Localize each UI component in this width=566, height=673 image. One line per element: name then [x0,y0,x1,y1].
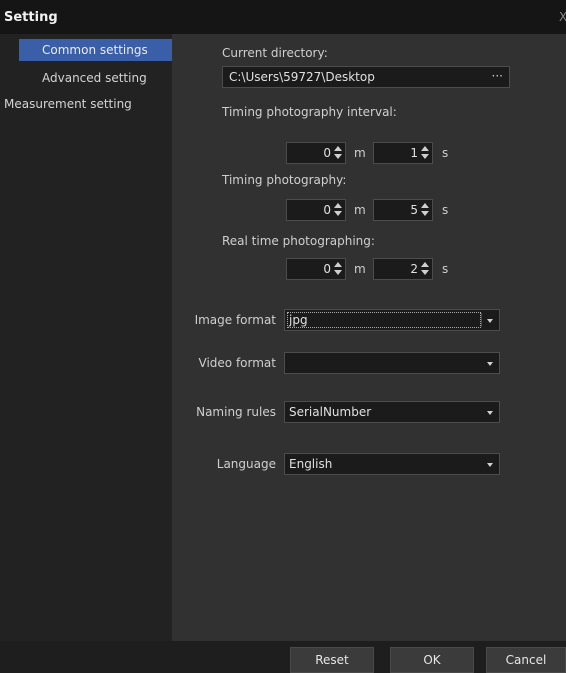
title-bar: Setting X [0,0,566,34]
interval-seconds-spinbox[interactable]: 1 [373,142,433,164]
interval-seconds-value: 1 [410,146,418,160]
spin-arrows-icon[interactable] [421,262,429,276]
current-directory-label: Current directory: [222,46,328,60]
chevron-down-icon[interactable] [487,362,493,366]
spin-arrows-icon[interactable] [421,146,429,160]
realtime-minutes-spinbox[interactable]: 0 [286,258,346,280]
interval-minutes-value: 0 [323,146,331,160]
timing-minutes-unit: m [354,203,366,217]
sidebar-item-advanced-setting[interactable]: Advanced setting [42,67,147,89]
dialog-footer [0,641,566,673]
chevron-down-icon[interactable] [487,411,493,415]
spin-arrows-icon[interactable] [334,262,342,276]
naming-rules-value: SerialNumber [289,405,372,419]
settings-window: Setting X Common settings Advanced setti… [0,0,566,673]
browse-button[interactable]: ··· [492,69,503,83]
naming-rules-select[interactable]: SerialNumber [284,401,500,423]
timing-minutes-spinbox[interactable]: 0 [286,199,346,221]
realtime-minutes-unit: m [354,262,366,276]
timing-seconds-value: 5 [410,203,418,217]
spin-arrows-icon[interactable] [334,146,342,160]
combo-divider [481,313,482,327]
window-title: Setting [4,10,58,25]
image-format-select[interactable]: jpg [284,309,500,331]
chevron-down-icon[interactable] [487,463,493,467]
naming-rules-label: Naming rules [196,405,276,419]
sidebar-item-measurement-setting[interactable]: Measurement setting [4,93,132,115]
interval-minutes-unit: m [354,146,366,160]
language-select[interactable]: English [284,453,500,475]
realtime-seconds-value: 2 [410,262,418,276]
timing-seconds-spinbox[interactable]: 5 [373,199,433,221]
close-icon[interactable]: X [559,10,566,24]
timing-photography-label: Timing photography: [222,173,347,187]
spin-arrows-icon[interactable] [334,203,342,217]
directory-field[interactable]: C:\Users\59727\Desktop ··· [222,66,510,88]
spin-arrows-icon[interactable] [421,203,429,217]
timing-seconds-unit: s [442,203,449,217]
interval-minutes-spinbox[interactable]: 0 [286,142,346,164]
interval-seconds-unit: s [442,146,449,160]
video-format-label: Video format [198,356,276,370]
timing-minutes-value: 0 [323,203,331,217]
realtime-label: Real time photographing: [222,234,375,248]
sidebar-item-common-settings[interactable]: Common settings [19,39,172,61]
directory-path: C:\Users\59727\Desktop [229,70,375,84]
ok-button[interactable]: OK [390,647,474,673]
realtime-seconds-spinbox[interactable]: 2 [373,258,433,280]
chevron-down-icon[interactable] [487,319,493,323]
focus-outline [287,312,481,328]
language-label: Language [216,457,276,471]
settings-panel [172,34,566,641]
sidebar [0,34,172,641]
realtime-minutes-value: 0 [323,262,331,276]
image-format-label: Image format [194,313,276,327]
timing-interval-label: Timing photography interval: [222,105,397,119]
cancel-button[interactable]: Cancel [486,647,566,673]
reset-button[interactable]: Reset [290,647,374,673]
video-format-select[interactable] [284,352,500,374]
language-value: English [289,457,333,471]
image-format-value: jpg [289,313,308,327]
realtime-seconds-unit: s [442,262,449,276]
